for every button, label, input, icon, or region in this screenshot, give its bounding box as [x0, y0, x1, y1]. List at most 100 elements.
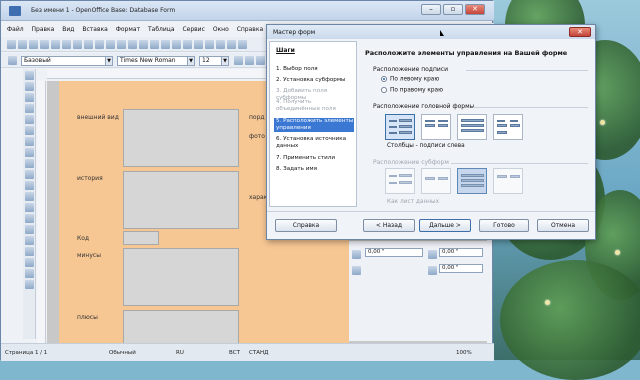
- finish-button[interactable]: Готово: [479, 219, 529, 232]
- edit-icon[interactable]: [51, 40, 60, 49]
- label-minuses[interactable]: минусы: [77, 252, 101, 259]
- form-design-icon[interactable]: [25, 214, 34, 223]
- spin-field[interactable]: 0,00 ": [439, 248, 483, 257]
- spin-field[interactable]: 0,00 ": [365, 248, 423, 257]
- copy-icon[interactable]: [117, 40, 126, 49]
- menu-item-window[interactable]: Окно: [213, 23, 229, 36]
- indent-icon[interactable]: [428, 250, 437, 259]
- cut-icon[interactable]: [106, 40, 115, 49]
- back-button[interactable]: < Назад: [363, 219, 415, 232]
- table-control-icon[interactable]: [25, 258, 34, 267]
- next-button[interactable]: Дальше >: [419, 219, 471, 232]
- menu-item-help[interactable]: Справка: [237, 23, 263, 36]
- email-icon[interactable]: [40, 40, 49, 49]
- field-code[interactable]: [123, 231, 159, 245]
- menu-item-insert[interactable]: Вставка: [82, 23, 107, 36]
- step-2[interactable]: 2. Установка субформы: [274, 77, 354, 84]
- help-button[interactable]: Справка: [275, 219, 337, 232]
- select-icon[interactable]: [25, 71, 34, 80]
- more-controls-icon[interactable]: [25, 203, 34, 212]
- redo-icon[interactable]: [161, 40, 170, 49]
- underline-icon[interactable]: [256, 56, 265, 65]
- close-button[interactable]: ✕: [465, 4, 485, 15]
- table-icon[interactable]: [183, 40, 192, 49]
- menu-item-table[interactable]: Таблица: [148, 23, 175, 36]
- maximize-button[interactable]: ▫: [443, 4, 463, 15]
- open-icon[interactable]: [18, 40, 27, 49]
- field-minuses[interactable]: [123, 248, 239, 306]
- label-pluses[interactable]: плюсы: [77, 314, 98, 321]
- label-right-1[interactable]: порд: [249, 114, 265, 121]
- help-icon[interactable]: [238, 40, 247, 49]
- text-box-icon[interactable]: [25, 126, 34, 135]
- window-titlebar[interactable]: Без имени 1 - OpenOffice Base: Database …: [1, 1, 494, 21]
- menu-item-file[interactable]: Файл: [7, 23, 24, 36]
- label-code[interactable]: Код: [77, 235, 89, 242]
- radio-align-right[interactable]: По правому краю: [381, 87, 443, 94]
- italic-icon[interactable]: [245, 56, 254, 65]
- label-icon[interactable]: [25, 192, 34, 201]
- styles-icon[interactable]: [8, 56, 17, 65]
- dialog-titlebar[interactable]: Мастер форм ✕: [267, 25, 595, 39]
- step-5[interactable]: 5. Расположить элементы управления: [274, 118, 354, 132]
- spellcheck-icon[interactable]: [95, 40, 104, 49]
- step-1[interactable]: 1. Выбор поля: [274, 66, 354, 73]
- checkbox-icon[interactable]: [25, 115, 34, 124]
- wizards-icon[interactable]: [25, 225, 34, 234]
- new-document-icon[interactable]: [7, 40, 16, 49]
- paragraph-style-select[interactable]: Базовый ▼: [21, 56, 113, 66]
- date-field-icon[interactable]: [25, 247, 34, 256]
- design-mode-icon[interactable]: [25, 82, 34, 91]
- menu-item-format[interactable]: Формат: [116, 23, 140, 36]
- step-8[interactable]: 8. Задать имя: [274, 166, 354, 173]
- font-name-select[interactable]: Times New Roman ▼: [117, 56, 195, 66]
- formatted-field-icon[interactable]: [25, 137, 34, 146]
- option-button-icon[interactable]: [25, 159, 34, 168]
- menu-item-tools[interactable]: Сервис: [182, 23, 204, 36]
- field-pluses[interactable]: [123, 310, 239, 344]
- layout-columns-left-labels[interactable]: [385, 114, 415, 140]
- gallery-icon[interactable]: [216, 40, 225, 49]
- list-box-icon[interactable]: [25, 170, 34, 179]
- save-icon[interactable]: [29, 40, 38, 49]
- field-history[interactable]: [123, 171, 239, 229]
- radio-align-left[interactable]: По левому краю: [381, 76, 439, 83]
- layout-in-blocks[interactable]: [493, 114, 523, 140]
- chart-icon[interactable]: [194, 40, 203, 49]
- form-properties-icon[interactable]: [25, 104, 34, 113]
- undo-icon[interactable]: [150, 40, 159, 49]
- pdf-icon[interactable]: [62, 40, 71, 49]
- layout-columns-top-labels[interactable]: [421, 114, 451, 140]
- cancel-button[interactable]: Отмена: [537, 219, 589, 232]
- label-right-2[interactable]: фото: [249, 133, 265, 140]
- minimize-button[interactable]: –: [421, 4, 441, 15]
- bold-icon[interactable]: [234, 56, 243, 65]
- vertical-ruler[interactable]: [37, 81, 46, 343]
- navigator-icon[interactable]: [205, 40, 214, 49]
- line-spacing-icon[interactable]: [352, 266, 361, 275]
- menu-item-view[interactable]: Вид: [62, 23, 74, 36]
- navigation-bar-icon[interactable]: [25, 280, 34, 289]
- preview-icon[interactable]: [84, 40, 93, 49]
- group-box-icon[interactable]: [25, 269, 34, 278]
- combo-box-icon[interactable]: [25, 181, 34, 190]
- image-control-icon[interactable]: [25, 236, 34, 245]
- layout-as-datasheet[interactable]: [457, 114, 487, 140]
- dialog-close-button[interactable]: ✕: [569, 27, 591, 37]
- print-icon[interactable]: [73, 40, 82, 49]
- label-history[interactable]: история: [77, 175, 103, 182]
- zoom-icon[interactable]: [227, 40, 236, 49]
- spacing-icon[interactable]: [428, 266, 437, 275]
- field-appearance[interactable]: [123, 109, 239, 167]
- control-properties-icon[interactable]: [25, 93, 34, 102]
- label-appearance[interactable]: внешний вид: [77, 114, 119, 121]
- step-7[interactable]: 7. Применить стили: [274, 155, 354, 162]
- paste-icon[interactable]: [128, 40, 137, 49]
- push-button-icon[interactable]: [25, 148, 34, 157]
- spin-field[interactable]: 0,00 ": [439, 264, 483, 273]
- menu-item-edit[interactable]: Правка: [32, 23, 55, 36]
- hyperlink-icon[interactable]: [172, 40, 181, 49]
- font-size-select[interactable]: 12 ▼: [199, 56, 229, 66]
- align-icon[interactable]: [352, 250, 361, 259]
- step-6[interactable]: 6. Установка источника данных: [274, 136, 354, 150]
